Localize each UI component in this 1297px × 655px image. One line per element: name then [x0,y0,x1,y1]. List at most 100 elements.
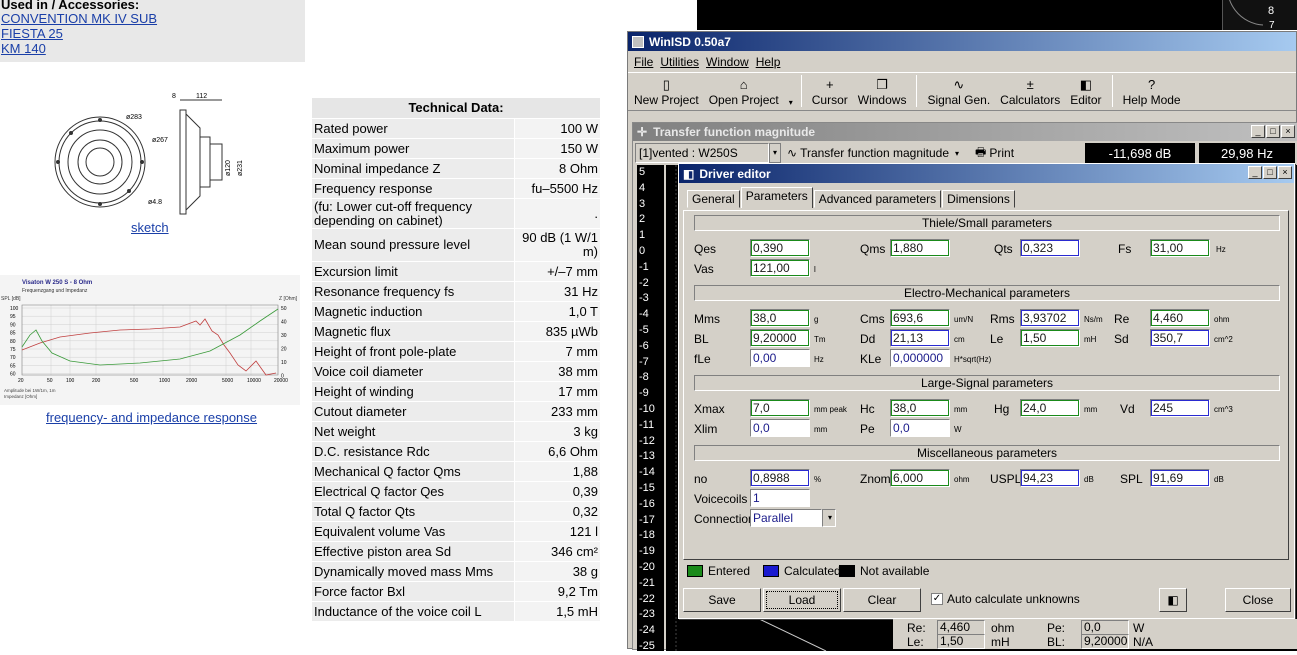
xmax-field[interactable]: 7,0 [750,399,810,417]
response-graph[interactable]: Visaton W 250 S - 8 Ohm Frequenzgang und… [0,275,300,405]
bl-field[interactable]: 9,20000 [750,329,810,347]
kle-field[interactable]: 0,000000 [890,349,950,367]
cursor-button[interactable]: + Cursor [812,77,848,107]
auto-calc-checkbox[interactable]: ✓ Auto calculate unknowns [931,592,1080,606]
signal-gen-button[interactable]: ∿ Signal Gen. [927,77,990,107]
close-icon[interactable]: × [1278,166,1292,179]
help-mode-button[interactable]: ? Help Mode [1123,77,1181,107]
le-field[interactable]: 1,50 [1020,329,1080,347]
menu-file[interactable]: File [634,55,653,69]
minimize-icon[interactable]: _ [1251,125,1265,138]
graph-link[interactable]: frequency- and impedance response [46,410,257,425]
graph-combo[interactable]: Transfer function magnitude [800,146,949,160]
toolbar-separator [916,75,918,107]
not-available-swatch [839,565,855,577]
tech-value: 150 W [515,139,600,158]
minimize-icon[interactable]: _ [1248,166,1262,179]
graph-z-tick: 20 [281,347,287,353]
driver-editor-dialog[interactable]: ◧ Driver editor _ □ × General Parameters… [678,163,1295,619]
winisd-titlebar[interactable]: WinISD 0.50a7 [628,32,1296,51]
pe-field[interactable]: 0,0 [890,419,950,437]
tech-row: Cutout diameter 233 mm [312,401,600,421]
no-field[interactable]: 0,8988 [750,469,810,487]
calculators-button[interactable]: ± Calculators [1000,77,1060,107]
mms-field[interactable]: 38,0 [750,309,810,327]
print-button[interactable]: Print [989,146,1014,160]
editor-button[interactable]: ◧ Editor [1070,77,1101,107]
vd-label: Vd [1120,402,1135,416]
qts-field[interactable]: 0,323 [1020,239,1080,257]
tf-titlebar[interactable]: ✛ Transfer function magnitude [633,123,1297,141]
hg-field[interactable]: 24,0 [1020,399,1080,417]
tab-general[interactable]: General [687,190,740,208]
open-project-button[interactable]: ⌂ Open Project [709,77,779,107]
maximize-icon[interactable]: □ [1263,166,1277,179]
used-in-panel: Used in / Accessories: CONVENTION MK IV … [0,0,305,62]
tech-row: Height of front pole-plate 7 mm [312,341,600,361]
fs-field[interactable]: 31,00 [1150,239,1210,257]
windows-button[interactable]: ❐ Windows [858,77,907,107]
voicecoils-field[interactable]: 1 [750,489,810,507]
tech-value: 0,39 [515,482,600,501]
qes-field[interactable]: 0,390 [750,239,810,257]
chevron-down-icon[interactable]: ▾ [789,98,793,107]
menu-help[interactable]: Help [756,55,781,69]
spl-field[interactable]: 91,69 [1150,469,1210,487]
chevron-down-icon[interactable]: ▾ [769,143,781,163]
tech-row: Electrical Q factor Qes 0,39 [312,481,600,501]
link-fiesta[interactable]: FIESTA 25 [1,26,305,41]
tech-key: Mechanical Q factor Qms [312,462,514,481]
link-km140[interactable]: KM 140 [1,41,305,56]
driver-editor-titlebar[interactable]: ◧ Driver editor [679,164,1294,183]
link-convention[interactable]: CONVENTION MK IV SUB [1,11,305,26]
tf-y-tick: -6 [639,339,649,352]
qes-label: Qes [694,242,717,256]
tech-value: 31 Hz [515,282,600,301]
new-project-button[interactable]: ▯ New Project [634,77,699,107]
project-combo[interactable]: [1]vented : W250S [635,143,769,163]
tech-key: Rated power [312,119,514,138]
driver-sketch[interactable]: ø283 ø267 ø4.8 112 8 ø120 ø231 [50,92,250,217]
clear-button[interactable]: Clear [843,588,921,612]
tab-advanced[interactable]: Advanced parameters [813,190,942,208]
znom-field[interactable]: 6,000 [890,469,950,487]
connection-field[interactable]: Parallel [750,509,822,527]
tech-key: Resonance frequency fs [312,282,514,301]
rms-field[interactable]: 3,93702 [1020,309,1080,327]
load-button[interactable]: Load [763,588,841,612]
save-button[interactable]: Save [683,588,761,612]
chevron-down-icon[interactable]: ▾ [822,509,836,527]
driver-db-button[interactable]: ◧ [1159,588,1187,612]
cms-field[interactable]: 693,6 [890,309,950,327]
sd-field[interactable]: 350,7 [1150,329,1210,347]
graph-x-tick: 20 [18,378,24,384]
tab-dimensions[interactable]: Dimensions [942,190,1015,208]
graph-y-tick: 65 [10,363,16,369]
tech-key: Voice coil diameter [312,362,514,381]
chevron-down-icon[interactable]: ▾ [955,149,959,158]
menu-window[interactable]: Window [706,55,749,69]
uspl-field[interactable]: 94,23 [1020,469,1080,487]
tab-parameters[interactable]: Parameters [740,187,813,208]
sketch-link[interactable]: sketch [131,220,169,235]
tf-y-tick: 0 [639,244,646,257]
fle-field[interactable]: 0,00 [750,349,810,367]
hc-field[interactable]: 38,0 [890,399,950,417]
close-icon[interactable]: × [1281,125,1295,138]
vd-field[interactable]: 245 [1150,399,1210,417]
tech-row: Equivalent volume Vas 121 l [312,521,600,541]
xlim-field[interactable]: 0,0 [750,419,810,437]
kle-unit: H*sqrt(Hz) [954,355,992,364]
toolbar-label: Calculators [1000,93,1061,107]
dd-field[interactable]: 21,13 [890,329,950,347]
qms-field[interactable]: 1,880 [890,239,950,257]
menu-utilities[interactable]: Utilities [660,55,699,69]
maximize-icon[interactable]: □ [1266,125,1280,138]
close-button[interactable]: Close [1225,588,1291,612]
tech-value: 0,32 [515,502,600,521]
cursor-icon: + [825,77,834,92]
vas-field[interactable]: 121,00 [750,259,810,277]
tech-value: 38 g [515,562,600,581]
re-field[interactable]: 4,460 [1150,309,1210,327]
technical-data-title: Technical Data: [312,98,600,118]
